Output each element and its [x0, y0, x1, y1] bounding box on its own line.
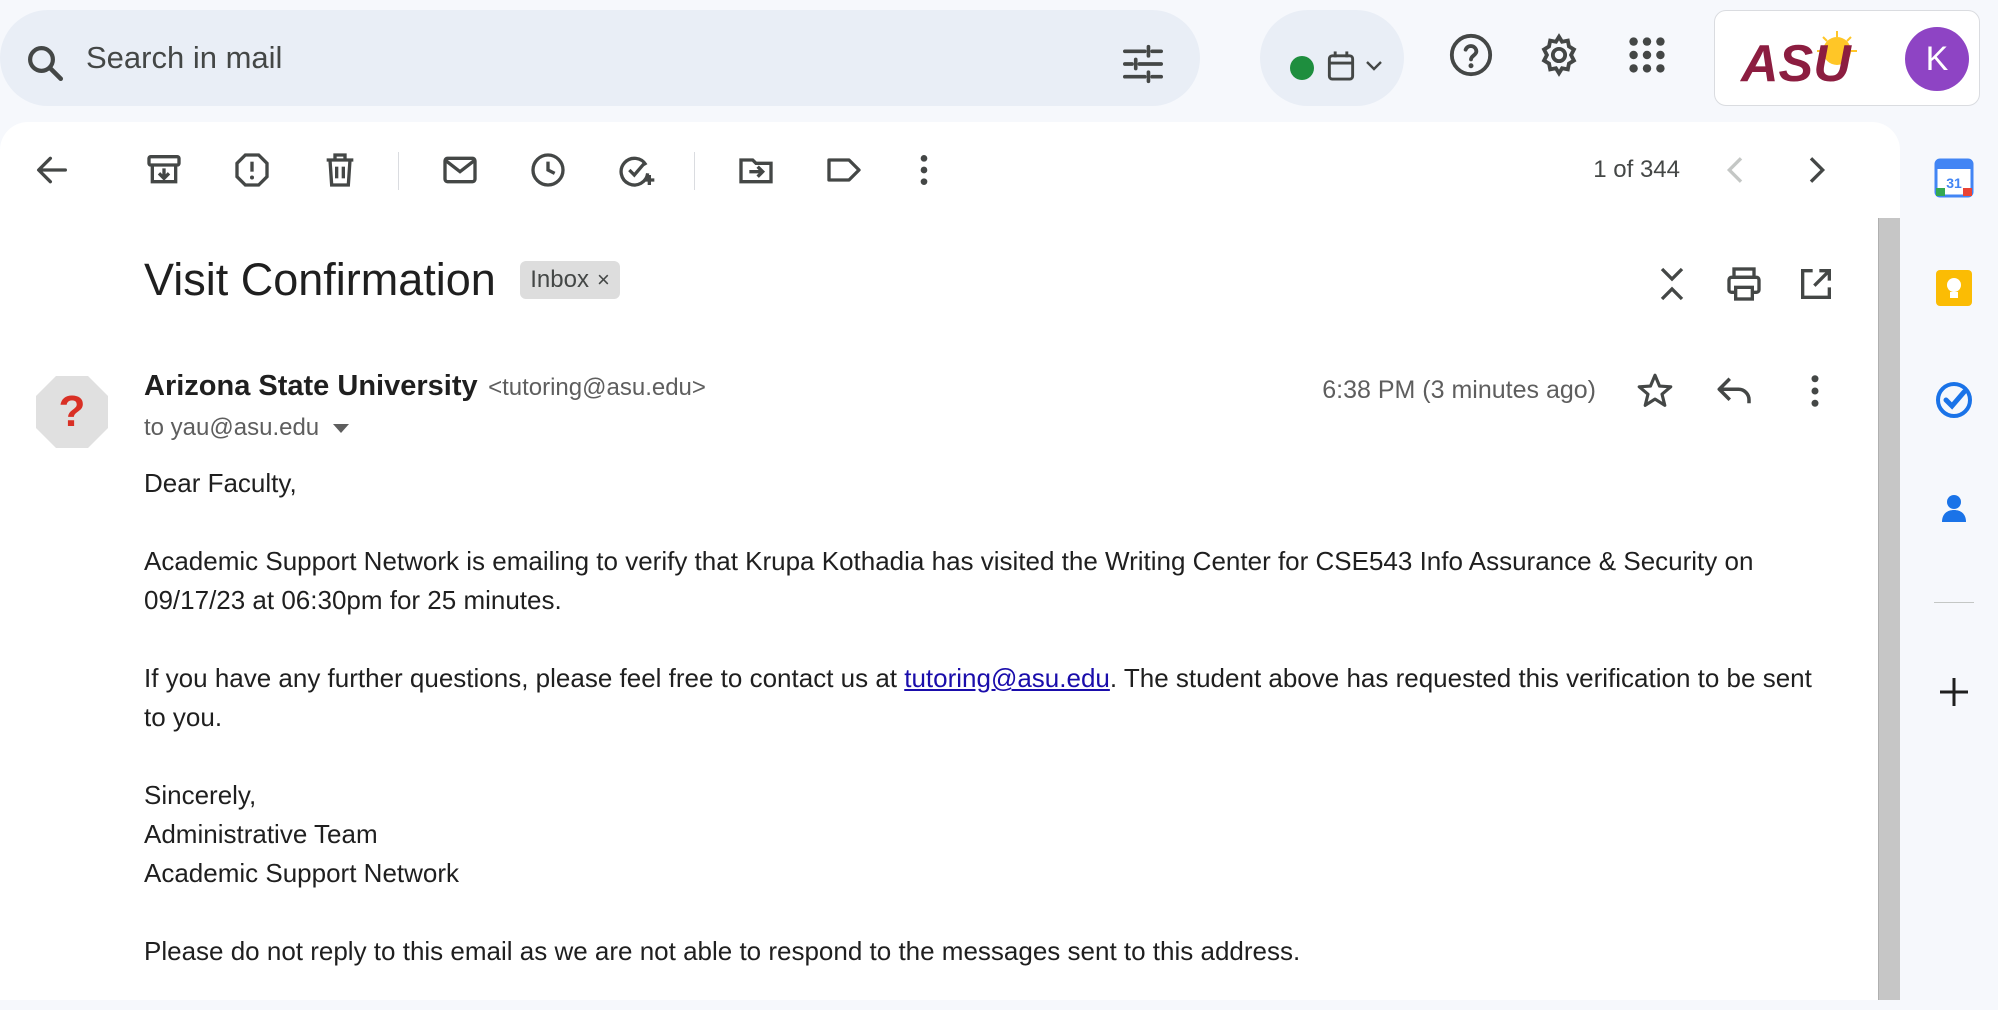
- mark-unread-icon[interactable]: [440, 150, 480, 190]
- body-paragraph: Academic Support Network is emailing to …: [144, 546, 1754, 615]
- search-input[interactable]: Search in mail: [86, 38, 986, 78]
- google-tasks-icon[interactable]: [1934, 380, 1974, 420]
- asu-logo: ASU: [1737, 29, 1887, 93]
- apps-icon[interactable]: [1624, 32, 1670, 78]
- collapse-icon[interactable]: [1652, 264, 1692, 304]
- account-switcher[interactable]: ASU K: [1714, 10, 1980, 106]
- google-keep-icon[interactable]: [1934, 268, 1974, 308]
- archive-icon[interactable]: [144, 150, 184, 190]
- status-dot: [1290, 56, 1314, 80]
- delete-icon[interactable]: [320, 150, 360, 190]
- plus-icon[interactable]: [1934, 672, 1974, 712]
- signature-line: Academic Support Network: [144, 858, 460, 888]
- signature: Sincerely, Administrative Team Academic …: [144, 776, 1834, 893]
- remove-label-icon[interactable]: ×: [597, 267, 610, 292]
- chevron-down-icon: [1364, 58, 1384, 74]
- email-view: 1 of 344 Visit Confirmation Inbox × ? Ari…: [0, 122, 1900, 1000]
- settings-icon[interactable]: [1536, 32, 1582, 78]
- search-icon[interactable]: [24, 42, 66, 84]
- calendar-icon: [1326, 50, 1356, 82]
- sender-name[interactable]: Arizona State University: [144, 370, 478, 402]
- pagination-count: 1 of 344: [1593, 156, 1680, 183]
- snooze-icon[interactable]: [528, 150, 568, 190]
- toolbar-divider: [398, 152, 399, 190]
- scrollbar[interactable]: [1878, 218, 1900, 1000]
- signature-line: Sincerely,: [144, 780, 257, 810]
- body-paragraph-contact: If you have any further questions, pleas…: [144, 659, 1834, 737]
- chevron-left-icon[interactable]: [1716, 150, 1756, 190]
- avatar[interactable]: K: [1905, 27, 1969, 91]
- star-icon[interactable]: [1634, 370, 1676, 412]
- email-body: Dear Faculty, Academic Support Network i…: [144, 464, 1834, 1010]
- footer-note: Please do not reply to this email as we …: [144, 936, 1301, 966]
- move-to-icon[interactable]: [736, 150, 776, 190]
- sender-email: <tutoring@asu.edu>: [488, 374, 706, 401]
- label-icon[interactable]: [824, 150, 864, 190]
- greeting: Dear Faculty,: [144, 468, 297, 498]
- filter-icon[interactable]: [1120, 44, 1166, 84]
- show-details-icon[interactable]: [333, 424, 350, 434]
- contact-text-before: If you have any further questions, pleas…: [144, 663, 905, 693]
- add-task-icon[interactable]: [616, 150, 656, 190]
- more-vert-icon[interactable]: [1794, 370, 1836, 412]
- open-new-window-icon[interactable]: [1796, 264, 1836, 304]
- print-icon[interactable]: [1724, 264, 1764, 304]
- message-toolbar: 1 of 344: [0, 122, 1900, 218]
- inbox-label-chip[interactable]: Inbox ×: [520, 261, 620, 299]
- message-timestamp: 6:38 PM (3 minutes ago): [1322, 376, 1596, 404]
- reply-icon[interactable]: [1714, 370, 1756, 412]
- svg-text:?: ?: [59, 387, 86, 436]
- sender-info: Arizona State University <tutoring@asu.e…: [144, 370, 706, 403]
- help-icon[interactable]: [1448, 32, 1494, 78]
- recipient-text: to yau@asu.edu: [144, 414, 320, 441]
- svg-text:31: 31: [1946, 175, 1962, 191]
- recipient-details[interactable]: to yau@asu.edu: [144, 414, 350, 442]
- status-indicator[interactable]: [1260, 10, 1404, 106]
- top-bar: Search in mail ASU K: [0, 0, 1998, 122]
- subject-row: Visit Confirmation Inbox ×: [144, 254, 620, 324]
- side-panel: 31: [1900, 122, 1998, 1000]
- contact-email-link[interactable]: tutoring@asu.edu: [904, 663, 1110, 693]
- label-text: Inbox: [530, 266, 589, 293]
- chevron-right-icon[interactable]: [1796, 150, 1836, 190]
- more-vert-icon[interactable]: [904, 150, 944, 190]
- search-bar[interactable]: Search in mail: [0, 10, 1200, 106]
- google-calendar-icon[interactable]: 31: [1934, 158, 1974, 198]
- side-panel-divider: [1934, 602, 1974, 603]
- signature-line: Administrative Team: [144, 819, 378, 849]
- toolbar-divider: [694, 152, 695, 190]
- report-spam-icon[interactable]: [232, 150, 272, 190]
- back-arrow-icon[interactable]: [32, 150, 72, 190]
- email-subject: Visit Confirmation: [144, 254, 496, 305]
- svg-text:ASU: ASU: [1739, 35, 1852, 89]
- sender-avatar: ?: [34, 374, 110, 450]
- google-contacts-icon[interactable]: [1934, 488, 1974, 528]
